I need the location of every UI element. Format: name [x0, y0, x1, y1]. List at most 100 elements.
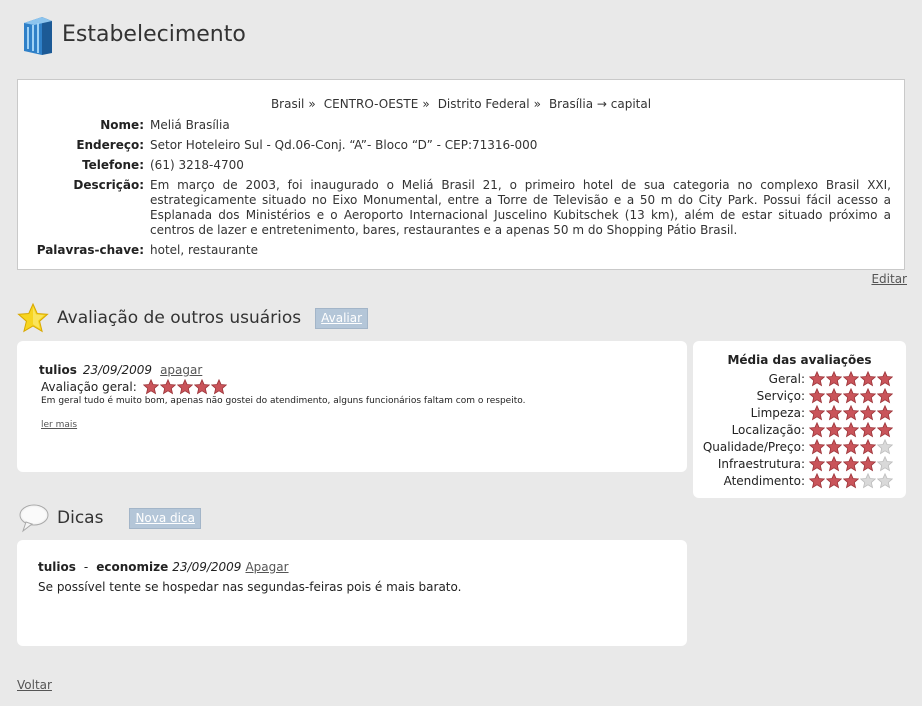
rating-stars [809, 404, 894, 421]
tip-text: Se possível tente se hospedar nas segund… [38, 580, 462, 594]
info-row-nome: Nome: Meliá Brasília [28, 116, 894, 136]
star-filled-icon [809, 438, 825, 454]
overall-rating-label: Avaliação geral: [41, 380, 137, 394]
star-filled-icon [809, 472, 825, 488]
star-filled-icon [843, 455, 859, 471]
new-tip-button[interactable]: Nova dica [129, 507, 201, 529]
rating-label: Infraestrutura: [717, 456, 805, 471]
breadcrumb-separator: » [422, 97, 430, 111]
star-filled-icon [826, 387, 842, 403]
rating-row-qualidade-preco: Qualidade/Preço: [693, 438, 894, 455]
tips-section-title: Dicas [57, 508, 104, 528]
rating-stars [809, 438, 894, 455]
speech-bubble-icon [19, 504, 49, 533]
star-filled-icon [843, 387, 859, 403]
breadcrumb-item-country[interactable]: Brasil [271, 97, 304, 111]
breadcrumb-separator: » [533, 97, 541, 111]
star-filled-icon [809, 421, 825, 437]
telefone-value: (61) 3218-4700 [150, 158, 244, 172]
rating-label: Limpeza: [750, 405, 805, 420]
star-filled-icon [877, 370, 893, 386]
tip-card: tulios - economize 23/09/2009 Apagar Se poss… [17, 540, 687, 646]
breadcrumb-item-state[interactable]: Distrito Federal [438, 97, 530, 111]
tip-category: economize [96, 560, 169, 574]
star-filled-icon [809, 370, 825, 386]
reviews-section-header: Avaliação de outros usuários Avaliar [17, 302, 369, 334]
star-filled-icon [877, 404, 893, 420]
rating-stars [809, 421, 894, 438]
descricao-value: Em março de 2003, foi inaugurado o Meliá… [150, 178, 891, 237]
info-row-endereco: Endereço: Setor Hoteleiro Sul - Qd.06-Co… [28, 136, 894, 156]
reviews-section-title: Avaliação de outros usuários [57, 308, 302, 328]
star-empty-icon [877, 455, 893, 471]
star-filled-icon [210, 379, 227, 395]
star-filled-icon [843, 421, 859, 437]
telefone-label: Telefone: [82, 158, 144, 172]
star-filled-icon [809, 404, 825, 420]
rating-row-infraestrutura: Infraestrutura: [693, 455, 894, 472]
review-text: Em geral tudo é muito bom, apenas não go… [41, 396, 526, 406]
endereco-label: Endereço: [76, 138, 144, 152]
endereco-value: Setor Hoteleiro Sul - Qd.06-Conj. “A”- B… [150, 138, 538, 152]
star-filled-icon [860, 455, 876, 471]
delete-tip-link[interactable]: Apagar [245, 560, 288, 574]
star-filled-icon [877, 387, 893, 403]
review-card: tulios 23/09/2009 apagar Avaliação geral: … [17, 341, 687, 472]
rating-row-atendimento: Atendimento: [693, 472, 894, 489]
star-filled-icon [193, 379, 210, 395]
breadcrumb-item-region[interactable]: CENTRO-OESTE [324, 97, 419, 111]
breadcrumb-separator: » [308, 97, 316, 111]
star-empty-icon [877, 438, 893, 454]
star-filled-icon [826, 421, 842, 437]
ratings-list: Geral: Serviço: Limpeza: Localização: Qu… [693, 370, 894, 489]
star-filled-icon [843, 370, 859, 386]
breadcrumb: Brasil» CENTRO-OESTE» Distrito Federal» Bra… [18, 97, 904, 111]
star-filled-icon [826, 404, 842, 420]
tip-user[interactable]: tulios [38, 560, 76, 574]
palavras-chave-label: Palavras-chave: [36, 243, 144, 257]
rating-stars [809, 455, 894, 472]
tips-section-header: Dicas Nova dica [17, 502, 201, 534]
tip-separator: - [83, 560, 89, 574]
rating-label: Serviço: [756, 388, 805, 403]
review-user[interactable]: tulios [39, 363, 77, 377]
establishment-info-panel: Brasil» CENTRO-OESTE» Distrito Federal» Bra… [17, 79, 905, 270]
star-filled-icon [877, 421, 893, 437]
rating-row-limpeza: Limpeza: [693, 404, 894, 421]
rating-label: Localização: [731, 422, 805, 437]
star-filled-icon [826, 370, 842, 386]
rating-stars [809, 472, 894, 489]
info-row-descricao: Descrição: Em março de 2003, foi inaugur… [28, 176, 894, 241]
rating-row-localizacao: Localização: [693, 421, 894, 438]
star-filled-icon [860, 421, 876, 437]
overall-rating-stars [142, 379, 228, 395]
star-filled-icon [860, 438, 876, 454]
star-filled-icon [142, 379, 159, 395]
star-filled-icon [826, 472, 842, 488]
rating-stars [809, 370, 894, 387]
descricao-label: Descrição: [73, 178, 144, 192]
back-link[interactable]: Voltar [17, 678, 52, 692]
rating-label: Atendimento: [723, 473, 805, 488]
star-filled-icon [826, 455, 842, 471]
delete-review-link[interactable]: apagar [160, 363, 202, 377]
star-filled-icon [809, 387, 825, 403]
star-filled-icon [860, 404, 876, 420]
tip-header: tulios - economize 23/09/2009 Apagar [38, 560, 289, 574]
review-header: tulios 23/09/2009 apagar [39, 363, 202, 377]
page-header: Estabelecimento [20, 10, 246, 58]
tip-date: 23/09/2009 [172, 560, 242, 574]
rate-button[interactable]: Avaliar [315, 307, 369, 329]
read-more-link[interactable]: ler mais [41, 420, 77, 430]
info-row-palavras: Palavras-chave: hotel, restaurante [28, 241, 894, 261]
star-empty-icon [860, 472, 876, 488]
star-filled-icon [176, 379, 193, 395]
breadcrumb-item-city[interactable]: Brasília → capital [549, 97, 651, 111]
star-filled-icon [843, 472, 859, 488]
rating-stars [809, 387, 894, 404]
edit-link[interactable]: Editar [871, 272, 907, 286]
star-icon [17, 302, 49, 333]
rating-label: Geral: [768, 371, 805, 386]
star-filled-icon [843, 404, 859, 420]
info-row-telefone: Telefone: (61) 3218-4700 [28, 156, 894, 176]
